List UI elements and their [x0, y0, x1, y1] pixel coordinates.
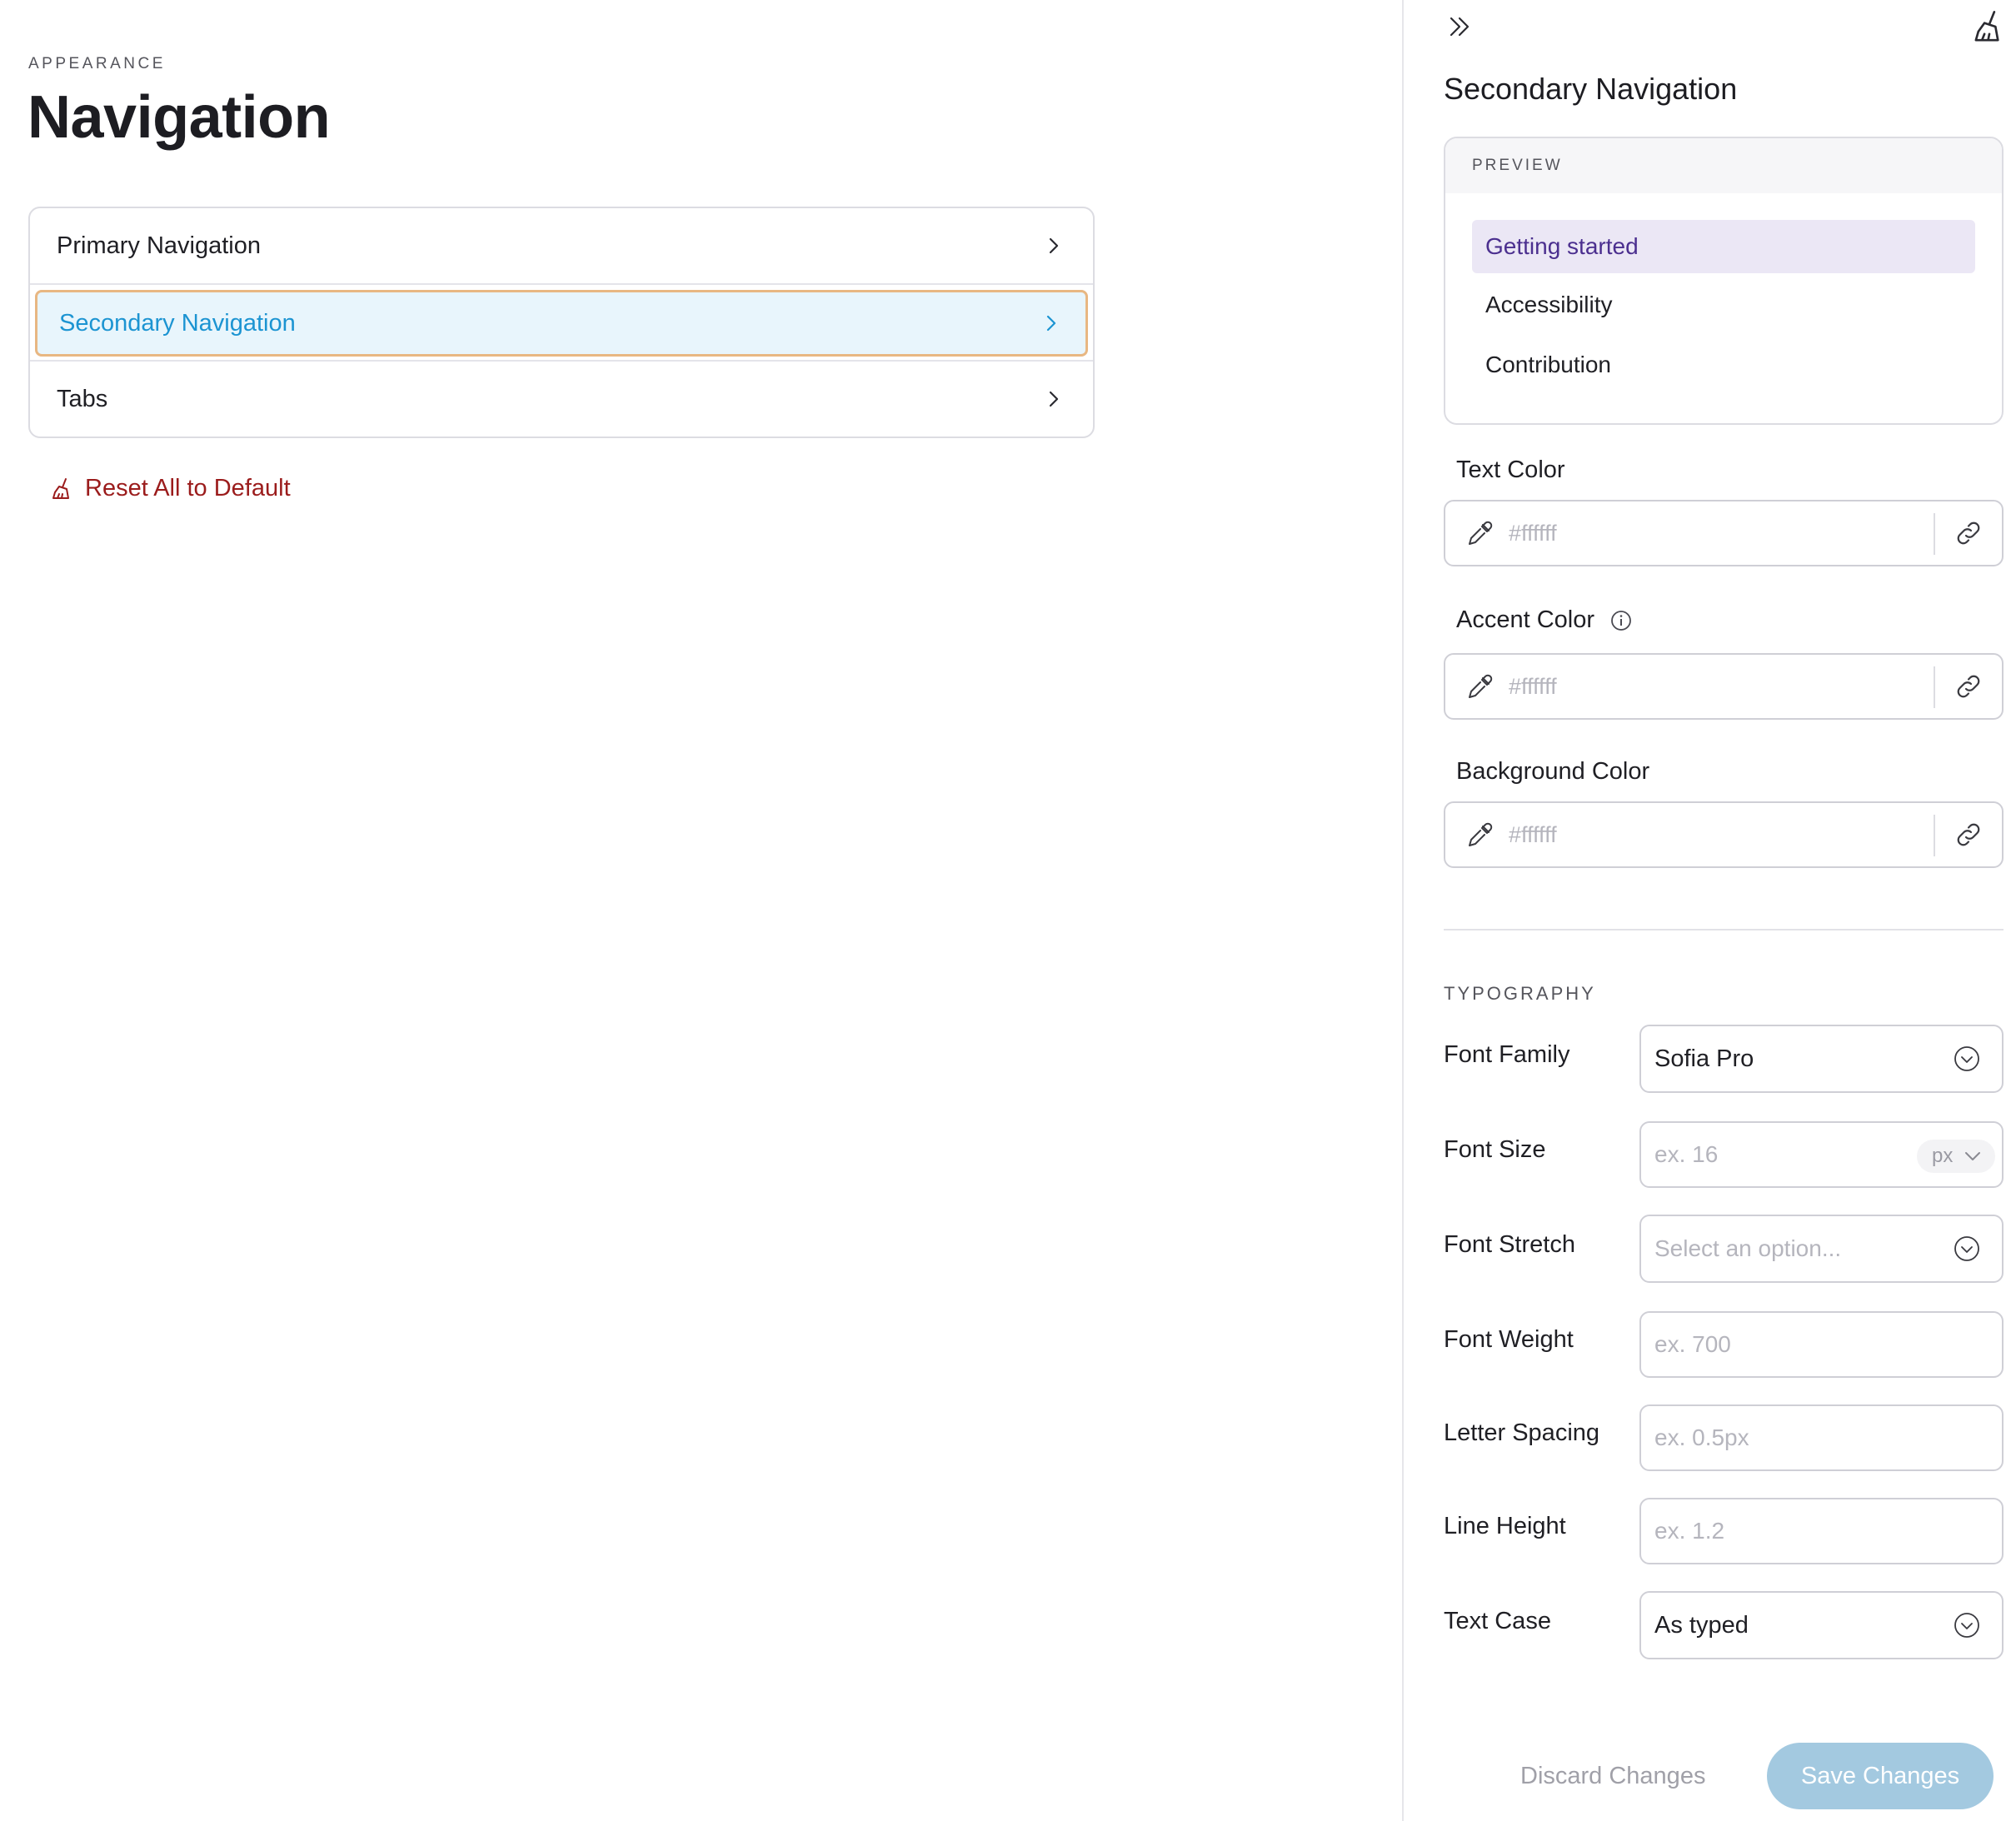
preview-card: PREVIEW Getting started Accessibility Co…	[1444, 137, 2004, 425]
preview-item: Contribution	[1485, 352, 1611, 377]
save-changes-button[interactable]: Save Changes	[1767, 1743, 1994, 1809]
divider	[1934, 666, 1935, 708]
discard-changes-button[interactable]: Discard Changes	[1520, 1743, 1705, 1809]
brush-icon[interactable]	[1971, 8, 2008, 45]
font-family-select[interactable]: Sofia Pro	[1639, 1025, 2004, 1093]
text-color-field[interactable]: #ffffff	[1444, 500, 2004, 566]
font-size-label: Font Size	[1444, 1136, 1546, 1163]
font-family-label: Font Family	[1444, 1041, 1570, 1068]
divider	[1934, 513, 1935, 555]
link-icon[interactable]	[1954, 671, 1984, 701]
section-eyebrow: APPEARANCE	[28, 55, 166, 72]
font-stretch-placeholder: Select an option...	[1654, 1235, 1842, 1261]
link-icon[interactable]	[1954, 820, 1984, 850]
chevron-right-icon	[1046, 315, 1056, 332]
typography-section-label: TYPOGRAPHY	[1444, 983, 1596, 1004]
eyedropper-icon[interactable]	[1465, 821, 1494, 850]
font-stretch-select[interactable]: Select an option...	[1639, 1215, 2004, 1283]
info-icon[interactable]	[1609, 609, 1633, 632]
letter-spacing-input[interactable]: ex. 0.5px	[1639, 1404, 2004, 1471]
line-height-placeholder: ex. 1.2	[1654, 1518, 1725, 1544]
font-size-input[interactable]: ex. 16 px	[1639, 1121, 2004, 1188]
preview-item: Accessibility	[1485, 292, 1613, 317]
chevron-down-circle-icon	[1954, 1046, 1979, 1071]
navigation-list: Primary Navigation Secondary Navigation …	[28, 207, 1095, 438]
chevron-down-icon	[1965, 1152, 1980, 1160]
settings-side-panel: Secondary Navigation PREVIEW Getting sta…	[1404, 0, 2016, 1821]
accent-color-field[interactable]: #ffffff	[1444, 653, 2004, 720]
link-icon[interactable]	[1954, 518, 1984, 548]
letter-spacing-placeholder: ex. 0.5px	[1654, 1424, 1749, 1450]
double-chevron-right-icon[interactable]	[1444, 10, 1477, 43]
nav-item-label: Primary Navigation	[57, 232, 261, 259]
text-case-value: As typed	[1654, 1611, 1749, 1639]
font-weight-placeholder: ex. 700	[1654, 1331, 1731, 1357]
chevron-down-circle-icon	[1954, 1613, 1979, 1638]
nav-item-secondary-navigation[interactable]: Secondary Navigation	[35, 290, 1088, 357]
letter-spacing-label: Letter Spacing	[1444, 1419, 1600, 1446]
text-color-label-text: Text Color	[1456, 456, 1565, 483]
chevron-right-icon	[1049, 237, 1059, 254]
eyedropper-icon[interactable]	[1465, 520, 1494, 548]
font-size-placeholder: ex. 16	[1654, 1141, 1719, 1167]
preview-header: PREVIEW	[1445, 138, 2002, 193]
line-height-label: Line Height	[1444, 1513, 1566, 1539]
nav-item-primary-navigation[interactable]: Primary Navigation	[30, 208, 1093, 283]
page-title: Navigation	[27, 84, 331, 151]
font-weight-input[interactable]: ex. 700	[1639, 1311, 2004, 1378]
divider	[1934, 815, 1935, 856]
section-divider	[1444, 929, 2004, 930]
line-height-input[interactable]: ex. 1.2	[1639, 1498, 2004, 1564]
panel-title: Secondary Navigation	[1444, 72, 1738, 106]
accent-color-label: Accent Color	[1456, 606, 1633, 634]
background-color-value: #ffffff	[1509, 821, 1557, 847]
accent-color-value: #ffffff	[1509, 673, 1557, 699]
font-stretch-label: Font Stretch	[1444, 1231, 1575, 1258]
background-color-field[interactable]: #ffffff	[1444, 801, 2004, 868]
font-family-value: Sofia Pro	[1654, 1045, 1754, 1072]
font-size-unit-select[interactable]: px	[1917, 1140, 1995, 1173]
text-color-value: #ffffff	[1509, 520, 1557, 546]
text-case-label: Text Case	[1444, 1608, 1551, 1634]
accent-color-label-text: Accent Color	[1456, 606, 1595, 633]
preview-item-active: Getting started	[1472, 220, 1975, 273]
background-color-label: Background Color	[1456, 758, 1649, 786]
navigation-settings-pane: APPEARANCE Navigation Primary Navigation…	[0, 0, 1401, 1821]
nav-item-label: Secondary Navigation	[59, 309, 296, 337]
chevron-right-icon	[1049, 391, 1059, 407]
nav-item-tabs[interactable]: Tabs	[30, 362, 1093, 437]
divider	[30, 283, 1093, 285]
text-color-label: Text Color	[1456, 456, 1565, 484]
reset-all-label: Reset All to Default	[85, 475, 291, 501]
background-color-label-text: Background Color	[1456, 758, 1650, 785]
eyedropper-icon[interactable]	[1465, 673, 1494, 701]
brush-icon	[52, 477, 69, 499]
text-case-select[interactable]: As typed	[1639, 1591, 2004, 1659]
chevron-down-circle-icon	[1954, 1236, 1979, 1261]
nav-item-label: Tabs	[57, 385, 108, 412]
font-weight-label: Font Weight	[1444, 1326, 1574, 1353]
font-size-unit: px	[1932, 1145, 1954, 1167]
reset-all-button[interactable]: Reset All to Default	[50, 475, 291, 502]
